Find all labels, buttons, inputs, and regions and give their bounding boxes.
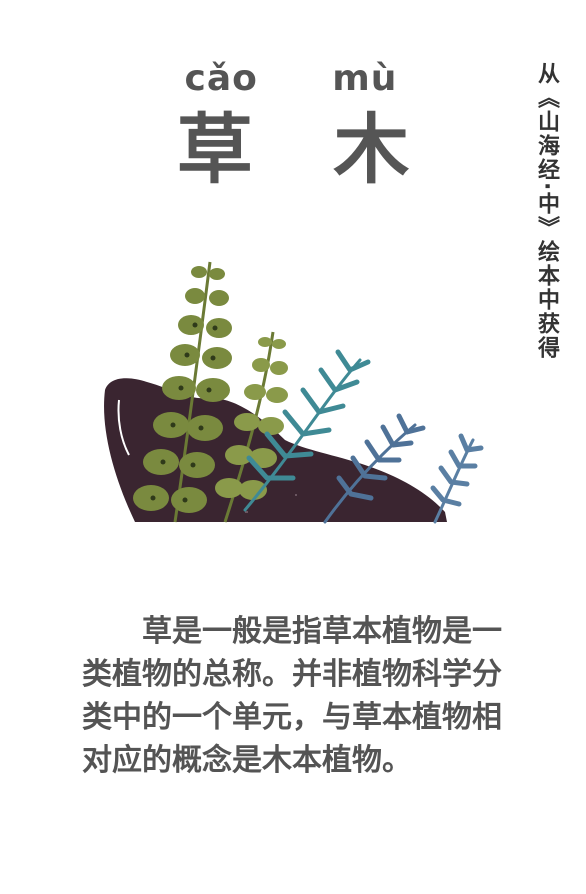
blue-fern-right — [430, 433, 484, 524]
pinyin-mu: mù — [332, 58, 398, 99]
title-char-mu: 木 — [333, 105, 410, 194]
title-char-cao: 草 — [176, 105, 253, 194]
page-title: 草 木 — [0, 112, 586, 188]
source-note: 从《山海经·中》绘本中获得 — [534, 62, 559, 361]
plants-and-rock-illustration — [104, 261, 484, 524]
pinyin-cao: cǎo — [184, 58, 258, 99]
pinyin-row: cǎo mù — [0, 58, 586, 99]
description-paragraph: 草是一般是指草本植物是一类植物的总称。并非植物科学分类中的一个单元，与草本植物相… — [82, 614, 502, 778]
